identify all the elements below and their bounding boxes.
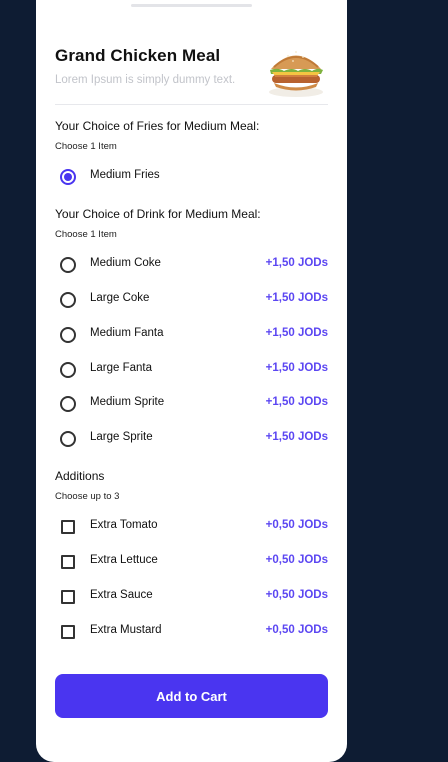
add-to-cart-button[interactable]: Add to Cart [55,674,328,718]
fries-section-title: Your Choice of Fries for Medium Meal: [55,119,260,133]
radio-icon[interactable] [60,431,76,447]
option-price: +1,50 JODs [265,362,328,374]
addition-option-extra-tomato[interactable]: Extra Tomato +0,50 JODs [55,515,328,539]
checkbox-icon[interactable] [61,555,75,569]
option-label: Medium Fanta [90,327,164,339]
additions-section-hint: Choose up to 3 [55,491,120,502]
option-price: +1,50 JODs [265,292,328,304]
radio-icon[interactable] [60,327,76,343]
option-label: Extra Mustard [90,624,162,636]
fries-section-hint: Choose 1 Item [55,141,117,152]
option-price: +0,50 JODs [265,519,328,531]
checkbox-icon[interactable] [61,520,75,534]
burger-image [269,51,323,97]
option-price: +1,50 JODs [265,327,328,339]
checkbox-icon[interactable] [61,625,75,639]
option-price: +1,50 JODs [265,396,328,408]
option-price: +0,50 JODs [265,624,328,636]
sheet-drag-handle[interactable] [131,4,252,7]
option-price: +0,50 JODs [265,589,328,601]
option-price: +1,50 JODs [265,257,328,269]
meal-title: Grand Chicken Meal [55,46,221,65]
option-label: Medium Sprite [90,396,165,408]
drink-section-hint: Choose 1 Item [55,229,117,240]
drink-option-large-coke[interactable]: Large Coke +1,50 JODs [55,288,328,312]
addition-option-extra-lettuce[interactable]: Extra Lettuce +0,50 JODs [55,550,328,574]
option-label: Extra Lettuce [90,554,158,566]
drink-option-medium-fanta[interactable]: Medium Fanta +1,50 JODs [55,323,328,347]
drink-option-large-fanta[interactable]: Large Fanta +1,50 JODs [55,358,328,382]
radio-icon[interactable] [60,396,76,412]
option-label: Medium Fries [90,169,160,181]
drink-section-title: Your Choice of Drink for Medium Meal: [55,207,261,221]
addition-option-extra-sauce[interactable]: Extra Sauce +0,50 JODs [55,585,328,609]
drink-option-medium-sprite[interactable]: Medium Sprite +1,50 JODs [55,392,328,416]
fries-option-medium-fries[interactable]: Medium Fries [55,165,328,189]
additions-section-title: Additions [55,469,105,483]
option-label: Large Coke [90,292,150,304]
header-divider [55,104,328,105]
radio-icon[interactable] [60,257,76,273]
option-label: Large Fanta [90,362,153,374]
option-label: Extra Sauce [90,589,153,601]
option-price: +1,50 JODs [265,431,328,443]
meal-description: Lorem Ipsum is simply dummy text. [55,74,236,86]
addition-option-extra-mustard[interactable]: Extra Mustard +0,50 JODs [55,620,328,644]
drink-option-medium-coke[interactable]: Medium Coke +1,50 JODs [55,253,328,277]
option-label: Large Sprite [90,431,153,443]
option-price: +0,50 JODs [265,554,328,566]
option-label: Medium Coke [90,257,161,269]
radio-icon[interactable] [60,292,76,308]
drink-option-large-sprite[interactable]: Large Sprite +1,50 JODs [55,427,328,451]
radio-selected-icon[interactable] [60,169,76,185]
option-label: Extra Tomato [90,519,158,531]
checkbox-icon[interactable] [61,590,75,604]
radio-icon[interactable] [60,362,76,378]
